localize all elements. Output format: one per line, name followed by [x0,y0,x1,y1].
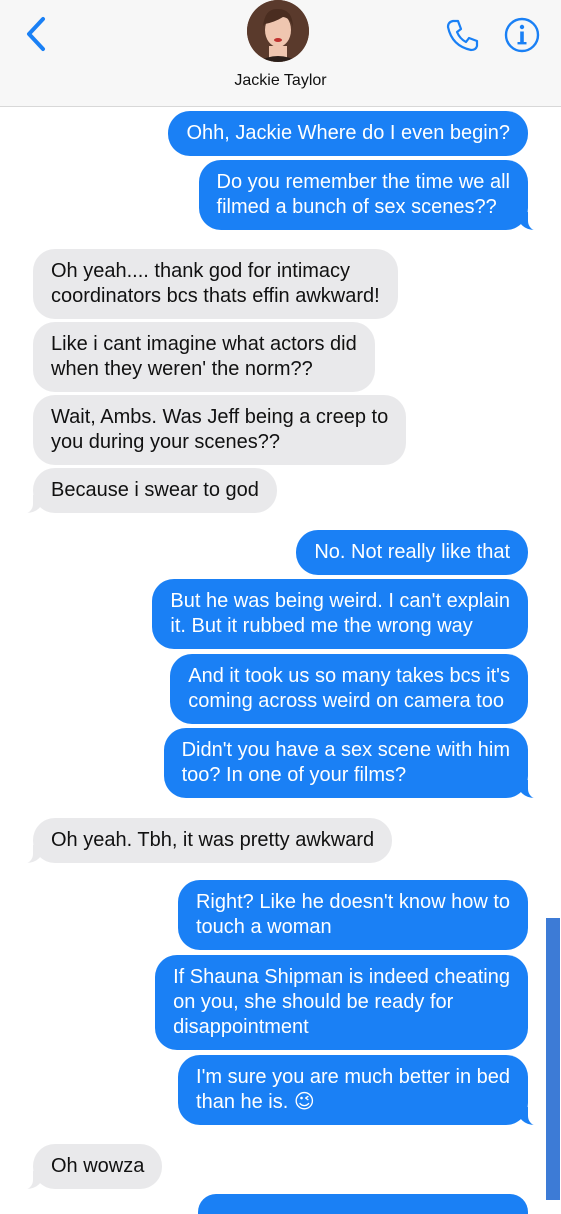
message-bubble-received[interactable]: Like i cant imagine what actors did when… [33,322,375,392]
contact-avatar[interactable] [247,0,309,62]
message-bubble-received[interactable]: Oh yeah.... thank god for intimacy coord… [33,249,398,319]
message-bubble-sent[interactable]: And it took us so many takes bcs it's co… [170,654,528,724]
message-bubble-sent[interactable]: If Shauna Shipman is indeed cheating on … [155,955,528,1050]
info-icon [504,17,540,53]
avatar-image [247,0,309,62]
message-bubble-sent[interactable]: Didn't you have a sex scene with him too… [163,728,543,799]
message-bubble-sent[interactable]: Ohh, Jackie Where do I even begin? [168,111,528,156]
phone-icon [446,19,479,52]
message-bubble-sent[interactable]: Right? Like he doesn't know how to touch… [177,880,528,950]
message-bubble-received[interactable]: Oh yeah. Tbh, it was pretty awkward [18,818,393,864]
message-bubble-sent-partial[interactable] [198,1194,528,1214]
call-button[interactable] [444,16,482,54]
scrollbar-thumb[interactable] [546,918,560,1200]
info-button[interactable] [503,16,541,54]
chevron-left-icon [27,17,45,51]
message-bubble-received[interactable]: Because i swear to god [19,468,277,514]
contact-name[interactable]: Jackie Taylor [0,72,561,90]
message-bubble-received[interactable]: Oh wowza [18,1144,163,1190]
message-bubble-received[interactable]: Wait, Ambs. Was Jeff being a creep to yo… [33,395,407,465]
back-button[interactable] [16,14,56,54]
message-bubble-sent[interactable]: No. Not really like that [296,530,528,575]
conversation-header: Jackie Taylor [0,0,561,107]
message-bubble-sent[interactable]: But he was being weird. I can't explain … [152,579,528,649]
message-bubble-sent[interactable]: I'm sure you are much better in bed than… [178,1055,542,1126]
message-bubble-sent[interactable]: Do you remember the time we all filmed a… [198,160,543,231]
